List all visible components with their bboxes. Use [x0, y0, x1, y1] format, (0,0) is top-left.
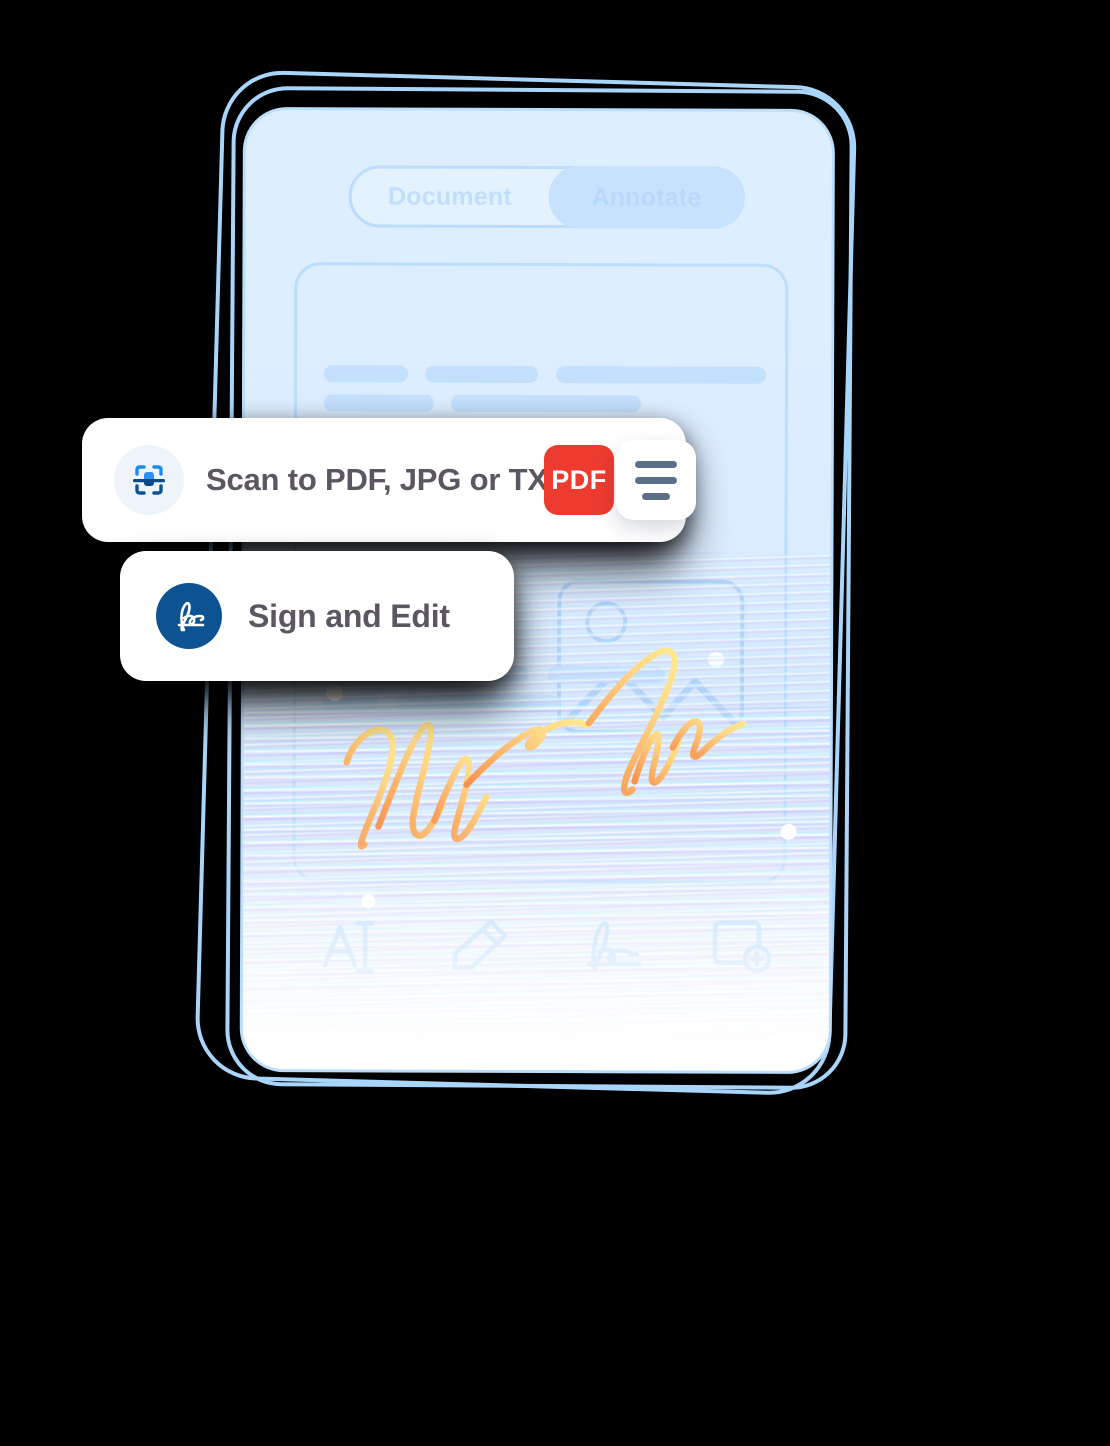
particle-dot — [325, 684, 343, 702]
signature-icon — [156, 583, 222, 649]
menu-line — [635, 460, 677, 468]
text-bar — [323, 394, 434, 412]
tab-document[interactable]: Document — [352, 168, 549, 225]
hamburger-menu-icon[interactable] — [616, 440, 696, 520]
pdf-badge[interactable]: PDF — [544, 445, 614, 515]
text-placeholder-row — [324, 365, 785, 385]
mockup-stage: Document Annotate Scan to PDF, JPG or TX… — [0, 0, 1110, 1446]
scan-card-label: Scan to PDF, JPG or TXT — [206, 462, 567, 497]
sign-and-edit-card[interactable]: Sign and Edit — [120, 551, 514, 681]
text-placeholder-row — [323, 394, 785, 414]
text-placeholder-group-upper — [323, 365, 785, 425]
text-bar — [451, 394, 642, 413]
document-scanner-icon — [114, 445, 184, 515]
pdf-badge-label: PDF — [551, 464, 607, 495]
tab-annotate[interactable]: Annotate — [548, 166, 745, 229]
menu-line — [642, 492, 670, 500]
tab-annotate-label: Annotate — [591, 182, 702, 212]
scan-to-pdf-card[interactable]: Scan to PDF, JPG or TXT PDF — [82, 418, 696, 542]
text-bar — [425, 365, 539, 384]
view-mode-segmented-control[interactable]: Document Annotate — [348, 165, 745, 229]
screen-bottom-fade — [242, 819, 830, 1072]
text-bar — [555, 366, 767, 385]
tab-document-label: Document — [387, 181, 512, 211]
sign-card-label: Sign and Edit — [248, 597, 450, 634]
menu-line — [635, 476, 677, 484]
text-bar — [324, 365, 409, 383]
